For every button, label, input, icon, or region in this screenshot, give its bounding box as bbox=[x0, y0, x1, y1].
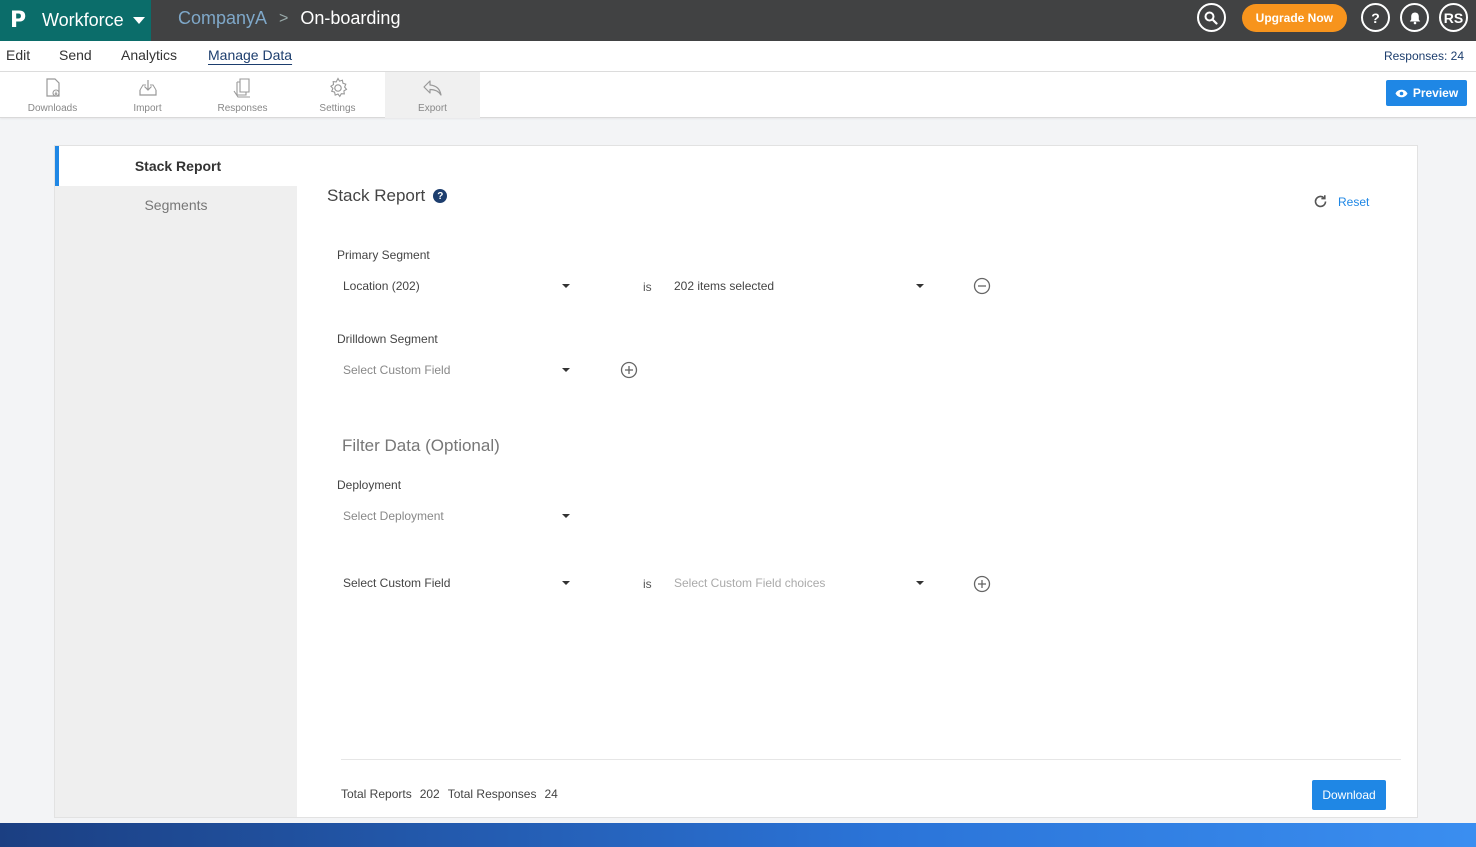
gear-icon bbox=[329, 77, 347, 98]
tool-label: Import bbox=[133, 103, 162, 114]
bottom-band bbox=[0, 823, 1476, 847]
reset-button[interactable]: Reset bbox=[1313, 194, 1369, 209]
operator-is: is bbox=[643, 280, 652, 294]
dropdown-arrow-icon bbox=[562, 368, 570, 372]
dropdown-arrow-icon bbox=[916, 581, 924, 585]
operator-is: is bbox=[643, 577, 652, 591]
primary-segment-label: Primary Segment bbox=[337, 248, 430, 262]
page-title: Stack Report ? bbox=[327, 186, 448, 206]
menu-item-send[interactable]: Send bbox=[59, 47, 92, 63]
tool-label: Export bbox=[418, 103, 447, 114]
tool-label: Settings bbox=[319, 103, 356, 114]
dropdown-arrow-icon bbox=[562, 514, 570, 518]
menu-item-edit[interactable]: Edit bbox=[6, 47, 30, 63]
drilldown-segment-select[interactable]: Select Custom Field bbox=[336, 359, 570, 381]
drilldown-placeholder: Select Custom Field bbox=[343, 363, 451, 377]
filter-choices-select[interactable]: Select Custom Field choices bbox=[667, 572, 924, 594]
breadcrumb-company[interactable]: CompanyA bbox=[178, 8, 267, 29]
tool-settings[interactable]: Settings bbox=[290, 72, 385, 118]
drilldown-segment-label: Drilldown Segment bbox=[337, 332, 438, 346]
responses-icon bbox=[233, 78, 250, 98]
breadcrumb-separator: > bbox=[279, 9, 289, 27]
import-icon bbox=[138, 80, 157, 96]
search-icon[interactable] bbox=[1196, 3, 1226, 32]
tool-label: Downloads bbox=[27, 103, 78, 114]
total-reports-label: Total Reports bbox=[341, 787, 412, 801]
footer-divider bbox=[341, 759, 1401, 760]
tool-label: Responses bbox=[217, 103, 268, 114]
toolbar: Downloads Import Responses Settings Expo… bbox=[0, 72, 1476, 118]
menu-bar: Edit Send Analytics Manage Data Response… bbox=[0, 41, 1476, 72]
help-button[interactable]: ? bbox=[1361, 3, 1390, 32]
total-responses-value: 24 bbox=[544, 787, 558, 801]
tool-import[interactable]: Import bbox=[100, 72, 195, 118]
preview-label: Preview bbox=[1412, 86, 1459, 100]
filter-custom-field-value: Select Custom Field bbox=[343, 576, 451, 590]
total-responses-label: Total Responses bbox=[447, 787, 537, 801]
sidebar-item-segments[interactable]: Segments bbox=[55, 185, 297, 225]
filter-choices-placeholder: Select Custom Field choices bbox=[674, 576, 826, 590]
tool-export[interactable]: Export bbox=[385, 72, 480, 118]
breadcrumb-survey: On-boarding bbox=[300, 8, 401, 28]
remove-circle-icon[interactable] bbox=[973, 277, 991, 295]
deployment-placeholder: Select Deployment bbox=[343, 509, 444, 523]
report-sidebar: Stack Report Segments bbox=[55, 146, 297, 817]
filter-custom-field-select[interactable]: Select Custom Field bbox=[336, 572, 570, 594]
refresh-icon bbox=[1314, 195, 1327, 208]
primary-choices-value: 202 items selected bbox=[674, 279, 775, 293]
dropdown-arrow-icon bbox=[562, 581, 570, 585]
primary-segment-value: Location (202) bbox=[343, 279, 420, 293]
upgrade-button[interactable]: Upgrade Now bbox=[1241, 3, 1347, 32]
app-switcher[interactable]: P Workforce bbox=[0, 0, 151, 41]
add-circle-icon[interactable] bbox=[973, 575, 991, 593]
app-name: Workforce bbox=[42, 10, 124, 30]
menu-item-analytics[interactable]: Analytics bbox=[121, 47, 177, 63]
tool-responses[interactable]: Responses bbox=[195, 72, 290, 118]
deployment-select[interactable]: Select Deployment bbox=[336, 505, 570, 527]
sidebar-item-stack-report[interactable]: Stack Report bbox=[55, 146, 297, 186]
avatar[interactable]: RS bbox=[1439, 3, 1468, 32]
tool-downloads[interactable]: Downloads bbox=[5, 72, 100, 118]
report-totals: Total Reports 202 Total Responses 24 bbox=[341, 787, 566, 801]
breadcrumb: CompanyA > On-boarding bbox=[178, 8, 400, 29]
dropdown-arrow-icon bbox=[916, 284, 924, 288]
report-card: Stack Report Segments Stack Report ? Res… bbox=[54, 145, 1418, 818]
dropdown-arrow-icon bbox=[562, 284, 570, 288]
primary-segment-select[interactable]: Location (202) bbox=[336, 275, 570, 297]
menu-item-manage-data[interactable]: Manage Data bbox=[208, 47, 292, 63]
bell-icon[interactable] bbox=[1400, 3, 1429, 32]
responses-count: Responses: 24 bbox=[1383, 49, 1464, 63]
deployment-label: Deployment bbox=[337, 478, 402, 492]
preview-button[interactable]: Preview bbox=[1386, 80, 1467, 106]
downloads-icon bbox=[45, 78, 60, 97]
export-icon bbox=[422, 80, 442, 96]
caret-down-icon bbox=[132, 17, 145, 24]
primary-choices-select[interactable]: 202 items selected bbox=[667, 275, 924, 297]
top-bar: P Workforce CompanyA > On-boarding Upgra… bbox=[0, 0, 1476, 41]
header-actions: Upgrade Now ? RS bbox=[1196, 3, 1468, 32]
eye-icon bbox=[1395, 89, 1408, 97]
app-logo: P bbox=[10, 8, 27, 33]
reset-label: Reset bbox=[1338, 194, 1370, 209]
total-reports-value: 202 bbox=[419, 787, 440, 801]
help-icon[interactable]: ? bbox=[433, 189, 448, 203]
report-title: Stack Report bbox=[327, 186, 426, 205]
add-circle-icon[interactable] bbox=[620, 361, 638, 379]
filter-section-title: Filter Data (Optional) bbox=[342, 436, 500, 455]
download-button[interactable]: Download bbox=[1312, 780, 1386, 810]
